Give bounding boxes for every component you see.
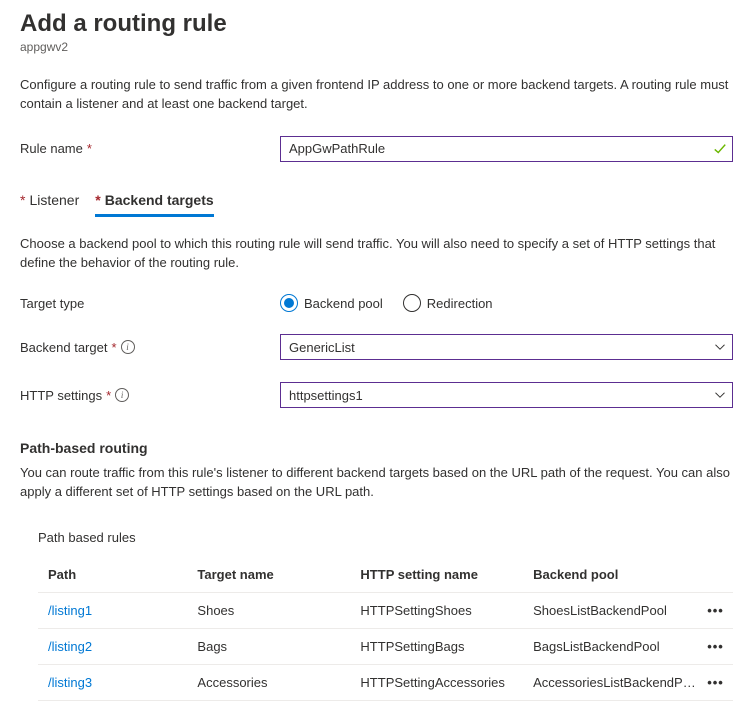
table-row: /listing2 Bags HTTPSettingBags BagsListB…	[38, 629, 733, 665]
backend-target-select[interactable]: GenericList	[280, 334, 733, 360]
chevron-down-icon	[714, 389, 726, 401]
backend-target-label-text: Backend target	[20, 340, 107, 355]
path-routing-heading: Path-based routing	[20, 440, 733, 456]
info-icon[interactable]: i	[121, 340, 135, 354]
tab-listener-label: Listener	[29, 192, 79, 208]
path-link[interactable]: /listing1	[48, 603, 92, 618]
cell-pool: ShoesListBackendPool	[533, 603, 698, 618]
tabs: *Listener *Backend targets	[20, 192, 733, 217]
path-link[interactable]: /listing3	[48, 675, 92, 690]
rule-name-label: Rule name *	[20, 141, 280, 156]
cell-http: HTTPSettingBags	[360, 639, 533, 654]
path-routing-description: You can route traffic from this rule's l…	[20, 464, 733, 502]
cell-http: HTTPSettingShoes	[360, 603, 533, 618]
table-header-row: Path Target name HTTP setting name Backe…	[38, 557, 733, 593]
required-asterisk: *	[95, 192, 100, 208]
backend-targets-description: Choose a backend pool to which this rout…	[20, 235, 733, 273]
chevron-down-icon	[714, 341, 726, 353]
http-settings-label-text: HTTP settings	[20, 388, 102, 403]
page-description: Configure a routing rule to send traffic…	[20, 76, 733, 114]
col-header-target: Target name	[197, 567, 360, 582]
check-icon	[713, 142, 727, 156]
required-asterisk: *	[20, 192, 25, 208]
http-settings-select[interactable]: httpsettings1	[280, 382, 733, 408]
radio-label-backend-pool: Backend pool	[304, 296, 383, 311]
target-type-backend-pool[interactable]: Backend pool	[280, 294, 383, 312]
target-type-radio-group: Backend pool Redirection	[280, 294, 493, 312]
path-rules-subheading: Path based rules	[38, 530, 733, 545]
col-header-path: Path	[38, 567, 197, 582]
required-asterisk: *	[106, 388, 111, 403]
table-row: /listing1 Shoes HTTPSettingShoes ShoesLi…	[38, 593, 733, 629]
col-header-http: HTTP setting name	[360, 567, 533, 582]
row-actions-button[interactable]: •••	[707, 603, 724, 618]
cell-http: HTTPSettingAccessories	[360, 675, 533, 690]
tab-listener[interactable]: *Listener	[20, 192, 79, 217]
required-asterisk: *	[87, 141, 92, 156]
target-type-label: Target type	[20, 296, 280, 311]
rule-name-input[interactable]	[280, 136, 733, 162]
row-actions-button[interactable]: •••	[707, 675, 724, 690]
path-link[interactable]: /listing2	[48, 639, 92, 654]
tab-backend-targets-label: Backend targets	[105, 192, 214, 208]
path-rules-table: Path Target name HTTP setting name Backe…	[38, 557, 733, 701]
radio-icon	[280, 294, 298, 312]
info-icon[interactable]: i	[115, 388, 129, 402]
backend-target-label: Backend target * i	[20, 340, 280, 355]
http-settings-label: HTTP settings * i	[20, 388, 280, 403]
tab-backend-targets[interactable]: * Backend targets	[95, 192, 213, 217]
cell-target: Bags	[197, 639, 360, 654]
col-header-pool: Backend pool	[533, 567, 698, 582]
backend-target-value: GenericList	[289, 340, 355, 355]
row-actions-button[interactable]: •••	[707, 639, 724, 654]
radio-label-redirection: Redirection	[427, 296, 493, 311]
cell-pool: AccessoriesListBackendP…	[533, 675, 698, 690]
cell-pool: BagsListBackendPool	[533, 639, 698, 654]
http-settings-value: httpsettings1	[289, 388, 363, 403]
page-title: Add a routing rule	[20, 10, 733, 38]
rule-name-label-text: Rule name	[20, 141, 83, 156]
page-subtitle: appgwv2	[20, 40, 733, 54]
cell-target: Shoes	[197, 603, 360, 618]
target-type-redirection[interactable]: Redirection	[403, 294, 493, 312]
radio-icon	[403, 294, 421, 312]
table-row: /listing3 Accessories HTTPSettingAccesso…	[38, 665, 733, 701]
required-asterisk: *	[111, 340, 116, 355]
cell-target: Accessories	[197, 675, 360, 690]
